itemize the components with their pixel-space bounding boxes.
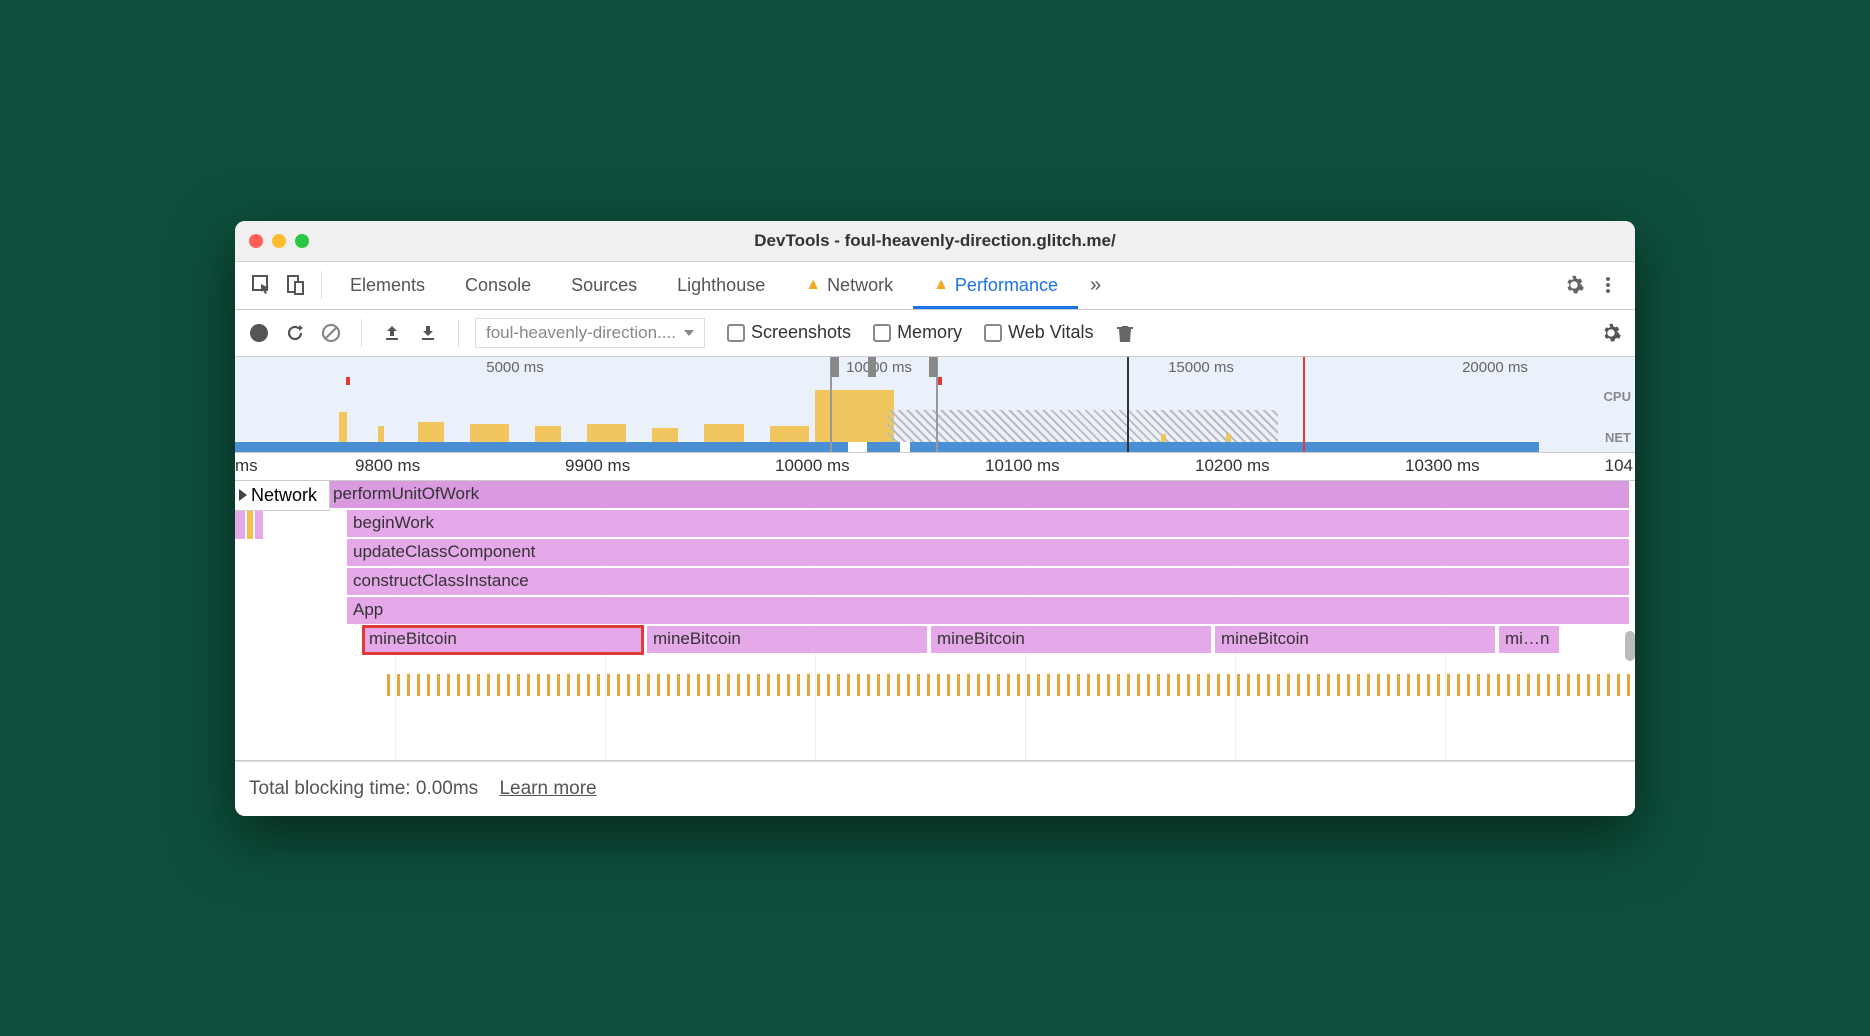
screenshots-checkbox[interactable]: Screenshots [727, 322, 851, 343]
devtools-window: DevTools - foul-heavenly-direction.glitc… [235, 221, 1635, 816]
flame-constructclassinstance[interactable]: constructClassInstance [347, 568, 1629, 596]
minimize-window-button[interactable] [272, 234, 286, 248]
tab-performance[interactable]: ▲Performance [913, 263, 1078, 308]
flame-beginwork[interactable]: beginWork [347, 510, 1629, 538]
download-icon[interactable] [414, 319, 442, 347]
flame-performunitofwork[interactable]: performUnitOfWork [327, 481, 1629, 509]
expand-icon [239, 489, 247, 501]
network-section-toggle[interactable]: Network [235, 481, 330, 511]
overview-canvas [235, 357, 1587, 452]
learn-more-link[interactable]: Learn more [499, 778, 596, 799]
flame-minebitcoin-3[interactable]: mineBitcoin [931, 626, 1211, 654]
tab-elements[interactable]: Elements [330, 263, 445, 308]
flame-updateclasscomponent[interactable]: updateClassComponent [347, 539, 1629, 567]
performance-toolbar: foul-heavenly-direction.... Screenshots … [235, 310, 1635, 357]
scrollbar-thumb[interactable] [1625, 631, 1635, 661]
tab-console[interactable]: Console [445, 263, 551, 308]
recording-select-label: foul-heavenly-direction.... [486, 323, 676, 343]
flame-chart[interactable]: Network performUnitOfWork beginWork upda… [235, 481, 1635, 761]
tbt-label: Total blocking time: 0.00ms [249, 778, 478, 799]
titlebar: DevTools - foul-heavenly-direction.glitc… [235, 221, 1635, 262]
close-window-button[interactable] [249, 234, 263, 248]
record-button[interactable] [245, 319, 273, 347]
flame-main[interactable]: performUnitOfWork beginWork updateClassC… [267, 481, 1635, 760]
warning-icon: ▲ [805, 276, 821, 294]
recording-select[interactable]: foul-heavenly-direction.... [475, 318, 705, 348]
checkbox-icon [727, 324, 745, 342]
traffic-lights [249, 234, 309, 248]
settings-icon[interactable] [1557, 268, 1591, 302]
separator [458, 319, 459, 347]
separator [321, 271, 322, 299]
window-title: DevTools - foul-heavenly-direction.glitc… [249, 231, 1621, 251]
more-options-icon[interactable] [1591, 268, 1625, 302]
inspect-element-icon[interactable] [245, 268, 279, 302]
memory-checkbox[interactable]: Memory [873, 322, 962, 343]
clear-button[interactable] [317, 319, 345, 347]
overview-lane-labels: CPU NET [1604, 389, 1631, 445]
time-ruler: ms 9800 ms 9900 ms 10000 ms 10100 ms 102… [235, 453, 1635, 481]
tab-lighthouse[interactable]: Lighthouse [657, 263, 785, 308]
device-toolbar-icon[interactable] [279, 268, 313, 302]
warning-icon: ▲ [933, 276, 949, 294]
flame-minebitcoin-4[interactable]: mineBitcoin [1215, 626, 1495, 654]
maximize-window-button[interactable] [295, 234, 309, 248]
flame-gutter [235, 481, 267, 760]
tabbar: Elements Console Sources Lighthouse ▲Net… [235, 262, 1635, 310]
reload-button[interactable] [281, 319, 309, 347]
checkbox-icon [873, 324, 891, 342]
trash-icon[interactable] [1111, 319, 1139, 347]
separator [361, 319, 362, 347]
upload-icon[interactable] [378, 319, 406, 347]
overview-timeline[interactable]: 5000 ms 10000 ms 15000 ms 20000 ms [235, 357, 1635, 453]
flame-minebitcoin-1[interactable]: mineBitcoin [363, 626, 643, 654]
checkbox-icon [984, 324, 1002, 342]
footer: Total blocking time: 0.00ms Learn more [235, 761, 1635, 816]
flame-app[interactable]: App [347, 597, 1629, 625]
capture-settings-icon[interactable] [1597, 319, 1625, 347]
tab-sources[interactable]: Sources [551, 263, 657, 308]
flame-minebitcoin-5[interactable]: mi…n [1499, 626, 1559, 654]
more-tabs-button[interactable]: » [1078, 262, 1113, 309]
overview-selection[interactable] [830, 357, 938, 452]
chevron-down-icon [684, 330, 694, 336]
web-vitals-checkbox[interactable]: Web Vitals [984, 322, 1093, 343]
tab-network[interactable]: ▲Network [785, 263, 913, 308]
flame-minebitcoin-2[interactable]: mineBitcoin [647, 626, 927, 654]
task-ticks [387, 674, 1629, 698]
